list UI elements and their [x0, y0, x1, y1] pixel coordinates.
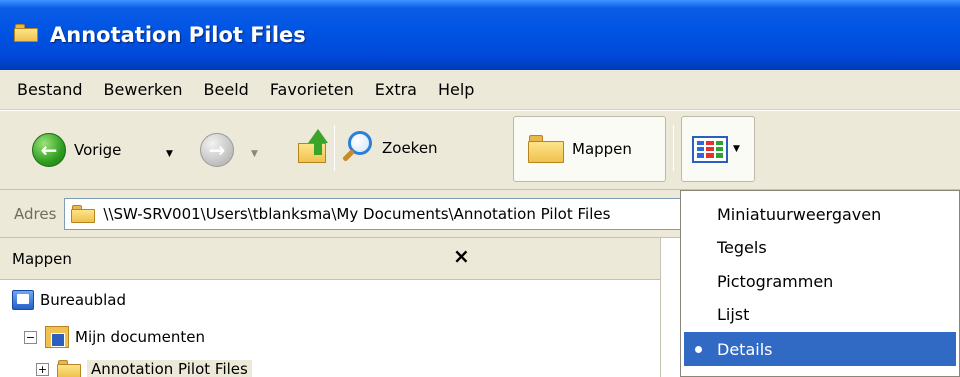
menu-bewerken[interactable]: Bewerken — [95, 76, 192, 103]
toolbar-separator — [673, 125, 674, 171]
chevron-down-icon: ▼ — [733, 144, 740, 154]
folders-icon — [528, 135, 564, 163]
menu-option-label: Tegels — [717, 237, 767, 257]
menu-option-label: Pictogrammen — [717, 271, 834, 291]
views-icon — [692, 135, 728, 163]
back-history-dropdown[interactable]: ▼ — [166, 149, 173, 159]
forward-arrow-icon: → — [200, 133, 234, 167]
view-option-icons[interactable]: Pictogrammen — [684, 264, 956, 298]
desktop-icon — [12, 290, 34, 310]
menu-help[interactable]: Help — [429, 76, 483, 103]
title-bar[interactable]: Annotation Pilot Files — [0, 0, 960, 70]
selected-bullet-icon — [695, 346, 702, 353]
tree-item-label: Mijn documenten — [75, 328, 205, 346]
view-option-details[interactable]: Details — [684, 332, 956, 366]
views-dropdown-menu: Miniatuurweergaven Tegels Pictogrammen L… — [680, 190, 960, 377]
menu-extra[interactable]: Extra — [366, 76, 426, 103]
back-button[interactable]: ← Vorige — [32, 133, 121, 167]
menu-option-label: Details — [717, 339, 773, 359]
menu-bar: Bestand Bewerken Beeld Favorieten Extra … — [0, 70, 960, 110]
toolbar-separator — [334, 125, 335, 171]
forward-button[interactable]: → — [200, 133, 234, 167]
toolbar: ← Vorige ▼ → ▼ Zoeken Mappen ▼ — [0, 110, 960, 190]
tree-item-desktop[interactable]: Bureaublad — [12, 290, 126, 310]
folders-label: Mappen — [572, 140, 632, 158]
menu-bestand[interactable]: Bestand — [8, 76, 92, 103]
view-option-list[interactable]: Lijst — [684, 297, 956, 331]
address-value: \\SW-SRV001\Users\tblanksma\My Documents… — [103, 204, 611, 223]
folders-pane-title: Mappen — [12, 249, 72, 268]
back-label: Vorige — [74, 141, 122, 159]
menu-favorieten[interactable]: Favorieten — [261, 76, 363, 103]
expand-icon[interactable]: + — [36, 362, 49, 376]
back-arrow-icon: ← — [32, 133, 66, 167]
folders-pane-header: Mappen × — [0, 238, 660, 280]
view-option-tiles[interactable]: Tegels — [684, 230, 956, 264]
menu-beeld[interactable]: Beeld — [195, 76, 258, 103]
forward-history-dropdown[interactable]: ▼ — [251, 149, 258, 159]
address-label: Adres — [14, 204, 57, 223]
folders-button[interactable]: Mappen — [513, 116, 666, 182]
search-button[interactable]: Zoeken — [340, 131, 438, 165]
view-option-thumbnails[interactable]: Miniatuurweergaven — [684, 197, 956, 231]
folder-icon — [57, 360, 81, 377]
my-documents-icon — [45, 326, 69, 348]
folders-pane: Mappen × Bureaublad − Mijn documenten + … — [0, 238, 660, 377]
tree-item-label: Bureaublad — [40, 291, 126, 309]
close-icon[interactable]: × — [453, 244, 470, 268]
tree-item-my-documents[interactable]: − Mijn documenten — [24, 326, 205, 348]
tree-item-annotation-pilot-files[interactable]: + Annotation Pilot Files — [36, 360, 252, 377]
menu-option-label: Miniatuurweergaven — [717, 204, 882, 224]
folder-window-icon — [14, 24, 40, 46]
folder-icon — [71, 204, 96, 223]
views-button[interactable]: ▼ — [681, 116, 755, 182]
up-folder-button[interactable] — [296, 129, 330, 165]
tree-item-label: Annotation Pilot Files — [87, 360, 252, 377]
menu-option-label: Lijst — [717, 304, 750, 324]
window-title: Annotation Pilot Files — [50, 23, 306, 47]
search-label: Zoeken — [382, 139, 438, 157]
folder-up-icon — [296, 129, 330, 165]
collapse-icon[interactable]: − — [24, 330, 37, 344]
search-icon — [340, 131, 376, 165]
